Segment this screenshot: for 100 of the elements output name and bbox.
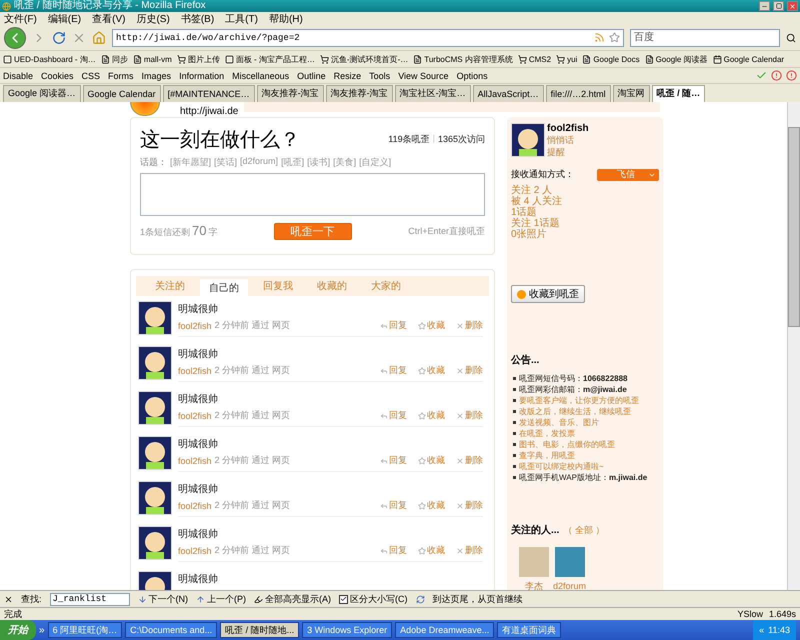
menu-item[interactable]: 书签(B) [180, 12, 214, 26]
notice-link[interactable]: 查字典，用吼歪 [519, 450, 575, 461]
stat-link[interactable]: 0张照片 [511, 229, 547, 240]
toolbar-menu[interactable]: Forms [108, 70, 134, 80]
bookmark-item[interactable]: Google Calendar [712, 54, 784, 64]
browser-tab[interactable]: 淘友推荐-淘宝 [256, 84, 324, 102]
toolbar-menu[interactable]: CSS [82, 70, 100, 80]
find-field[interactable]: J_ranklist [50, 592, 130, 606]
topic-link[interactable]: [美食] [333, 156, 356, 169]
toolbar-menu[interactable]: Resize [334, 70, 362, 80]
topic-link[interactable]: [读书] [307, 156, 330, 169]
browser-tab[interactable]: AllJavaScript… [472, 84, 544, 102]
action-link[interactable]: 删除 [456, 409, 483, 422]
timeline-tab[interactable]: 关注的 [146, 276, 194, 296]
menu-item[interactable]: 历史(S) [136, 12, 170, 26]
bookmark-item[interactable]: TurboCMS 内容管理系统 [413, 54, 513, 64]
topic-link[interactable]: [笑话] [214, 156, 238, 169]
browser-tab[interactable]: 淘宝网 [612, 84, 650, 102]
action-link[interactable]: 删除 [456, 364, 483, 377]
toolbar-menu[interactable]: Disable [3, 70, 34, 80]
timeline-tab[interactable]: 收藏的 [308, 276, 356, 296]
back-button[interactable] [4, 26, 26, 48]
stat-link[interactable]: 关注 2 人 [511, 185, 552, 196]
notice-link[interactable]: 在吼歪，发投票 [519, 428, 575, 439]
taskbar-button[interactable]: 有道桌面词典 [497, 622, 562, 638]
next-button[interactable]: 下一个(N) [138, 592, 188, 606]
toolbar-menu[interactable]: Cookies [41, 70, 74, 80]
toolbar-menu[interactable]: Images [142, 70, 172, 80]
notice-link[interactable]: 改版之后，继续生活，继续吼歪 [519, 406, 631, 417]
user-link[interactable]: fool2fish [178, 500, 212, 510]
menu-item[interactable]: 编辑(E) [48, 12, 82, 26]
start-button[interactable]: 开始 [0, 620, 36, 640]
bookmark-item[interactable]: mall-vm [132, 54, 172, 64]
user-link[interactable]: fool2fish [178, 456, 212, 466]
taskbar-button[interactable]: 6 阿里旺旺(淘… [48, 622, 122, 638]
action-link[interactable]: 删除 [456, 454, 483, 467]
notice-link[interactable]: 发送视频、音乐、图片 [519, 417, 599, 428]
menu-item[interactable]: 查看(V) [92, 12, 126, 26]
tray-more[interactable]: « [759, 625, 764, 635]
address-field[interactable]: http://jiwai.de/wo/archive/?page=2 [112, 28, 624, 46]
bookmark-item[interactable]: 同步 [100, 54, 128, 64]
sidebar-link[interactable]: 提醒 [547, 146, 565, 158]
browser-tab[interactable]: file:///…2.html [546, 84, 611, 102]
maximize-button[interactable] [773, 1, 784, 11]
friend-name[interactable]: d2forum [553, 580, 586, 590]
timeline-tab[interactable]: 自己的 [200, 279, 248, 296]
browser-tab[interactable]: 淘宝社区-淘宝… [394, 84, 471, 102]
action-link[interactable]: 回复 [380, 454, 407, 467]
taskbar-button[interactable]: Adobe Dreamweave... [395, 622, 494, 638]
scrollbar[interactable] [787, 102, 800, 590]
toolbar-menu[interactable]: Tools [369, 70, 390, 80]
topic-link[interactable]: [吼歪] [281, 156, 304, 169]
bookmark-item[interactable]: CMS2 [518, 54, 552, 64]
action-link[interactable]: 删除 [456, 319, 483, 332]
browser-tab[interactable]: Google 阅读器… [3, 84, 81, 102]
bookmark-item[interactable]: 面板 - 淘宝产品工程… [224, 54, 315, 64]
stat-link[interactable]: 被 4 人关注 [511, 196, 562, 207]
browser-tab[interactable]: 淘友推荐-淘宝 [326, 84, 393, 102]
action-link[interactable]: 删除 [456, 499, 483, 512]
taskbar-button[interactable]: 3 Windows Explorer [302, 622, 392, 638]
action-link[interactable]: 收藏 [418, 409, 445, 422]
action-link[interactable]: 收藏 [418, 319, 445, 332]
menu-item[interactable]: 帮助(H) [268, 12, 303, 26]
user-link[interactable]: fool2fish [178, 366, 212, 376]
stat-link[interactable]: 关注 1话题 [511, 218, 560, 229]
bookmark-item[interactable]: 图片上传 [176, 54, 220, 64]
user-link[interactable]: fool2fish [178, 546, 212, 556]
bookmark-item[interactable]: Google 阅读器 [644, 54, 708, 64]
notice-link[interactable]: 要吼歪客户端，让你更方便的吼歪 [519, 395, 639, 406]
action-link[interactable]: 回复 [380, 499, 407, 512]
action-link[interactable]: 回复 [380, 364, 407, 377]
action-link[interactable]: 收藏 [418, 499, 445, 512]
action-link[interactable]: 删除 [456, 544, 483, 557]
browser-tab[interactable]: [#MAINTENANCE… [162, 84, 255, 102]
user-link[interactable]: fool2fish [178, 320, 212, 330]
minimize-button[interactable] [759, 1, 770, 11]
action-link[interactable]: 收藏 [418, 544, 445, 557]
notice-link[interactable]: 吼歪可以绑定校内通啦~ [519, 461, 604, 472]
taskbar-button[interactable]: 吼歪 / 随时随地... [220, 622, 300, 638]
toolbar-menu[interactable]: Options [456, 70, 488, 80]
match-case-checkbox[interactable]: 区分大小写(C) [339, 592, 408, 606]
topic-link[interactable]: [自定义] [359, 156, 392, 169]
message-input[interactable] [140, 173, 485, 216]
notify-select[interactable]: 飞信 [597, 168, 659, 180]
notice-link[interactable]: 图书、电影，点缀你的吼歪 [519, 439, 615, 450]
timeline-tab[interactable]: 回复我 [254, 276, 302, 296]
menu-item[interactable]: 工具(T) [225, 12, 258, 26]
close-button[interactable] [4, 594, 13, 604]
timeline-tab[interactable]: 大家的 [362, 276, 410, 296]
browser-tab[interactable]: Google Calendar [82, 84, 161, 102]
stat-link[interactable]: 1话题 [511, 207, 537, 218]
submit-button[interactable]: 吼歪一下 [274, 222, 352, 240]
action-link[interactable]: 回复 [380, 544, 407, 557]
bookmark-item[interactable]: UED-Dashboard - 淘… [3, 54, 96, 64]
search-field[interactable]: 百度 [630, 28, 780, 46]
bookmark-item[interactable]: 沉鱼-测试环境首页-… [320, 54, 408, 64]
quick-launch-more[interactable]: » [39, 624, 45, 636]
user-link[interactable]: fool2fish [178, 410, 212, 420]
sidebar-link[interactable]: 悄悄话 [547, 134, 574, 146]
taskbar-button[interactable]: C:\Documents and... [125, 622, 218, 638]
